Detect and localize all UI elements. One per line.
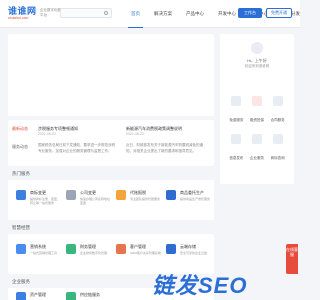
contract-icon <box>272 96 283 106</box>
workspace-button[interactable]: 工作台 <box>238 8 262 18</box>
quick-item-label: 信息发布 <box>229 156 244 160</box>
quick-service-grid: 免费服务 融资担保 合同服务 信息发布 企业服务 商标查询 <box>226 96 288 164</box>
hero-banner[interactable] <box>8 34 214 116</box>
news-date: 2021-06-22 <box>38 132 56 136</box>
marketing-icon <box>16 244 26 254</box>
asset-icon <box>16 292 26 300</box>
card-desc: CRM客户关系管理系统 <box>130 251 161 255</box>
section-title-hot-services: 热门服务 <box>12 171 30 176</box>
card-title: 资产管理 <box>30 292 46 297</box>
card-title: 公司变更 <box>80 190 96 195</box>
service-card[interactable]: 公司变更 快速办理公司名称地址变更 <box>64 188 112 212</box>
card-desc: 提供商品生产委托服务 <box>180 197 211 201</box>
service-card[interactable]: 供应链服务 <box>64 290 112 300</box>
section-title-smart-ops: 智慧经营 <box>12 225 30 230</box>
user-panel: Hi，上午好 欢迎来到谁谁网 免费服务 融资担保 合同服务 信息发布 企业服务 … <box>220 34 294 184</box>
logo-subtext: shuishui.com <box>8 16 29 20</box>
card-desc: 专业团队提供代账服务 <box>130 197 161 201</box>
search-icon[interactable] <box>104 11 108 15</box>
quick-item-trademark[interactable]: 商标查询 <box>267 134 288 164</box>
quick-item-contract[interactable]: 合同服务 <box>267 96 288 126</box>
card-title: 财务管理 <box>80 244 96 249</box>
tax-icon <box>116 190 126 200</box>
watermark-text: 链发SEO <box>152 273 248 298</box>
card-desc: 快速办理公司名称地址变更 <box>80 197 111 205</box>
card-title: 商品委托生产 <box>180 190 204 195</box>
news-summary: 近日，财政部发布关于新能源汽车购置税减免的通知，对相关企业提出了新的要求和指导意… <box>126 143 203 153</box>
site-logo[interactable]: 谁谁网 shuishui.com <box>8 6 38 22</box>
service-card[interactable]: 商品委托生产 提供商品生产委托服务 <box>164 188 212 212</box>
tab-service-news[interactable]: 服务动态 <box>12 144 34 150</box>
news-item[interactable]: 涉税服务专项整顿通知 2021-06-22 国家税务总局日前下发通知，要求进一步… <box>38 126 118 166</box>
fund-icon <box>251 96 262 106</box>
news-date: 2021-06-22 <box>126 132 144 136</box>
news-summary: 国家税务总局日前下发通知，要求进一步规范涉税专业服务，加强对企业的服务管理与监督… <box>38 143 115 153</box>
news-tabs: 最新动态 服务动态 <box>12 126 34 162</box>
card-title: 营销系统 <box>30 244 46 249</box>
supply-icon <box>66 292 76 300</box>
greeting-subtext: 欢迎来到谁谁网 <box>244 64 270 68</box>
quick-item-label: 合同服务 <box>270 118 285 122</box>
service-card[interactable]: 营销系统 一站式营销管理工具 <box>14 242 62 266</box>
quick-item-label: 免费服务 <box>229 118 244 122</box>
top-navigation-bar: 谁谁网 shuishui.com 企业数字化服务平台 首页 解决方案 产品中心 … <box>0 0 300 28</box>
quick-item-company[interactable]: 企业服务 <box>247 134 268 164</box>
document-icon <box>231 96 242 106</box>
card-desc: 企业财务数字化管理 <box>80 251 108 255</box>
card-title: 客户管理 <box>130 244 146 249</box>
card-title: 供应链服务 <box>80 292 100 297</box>
tab-latest-news[interactable]: 最新动态 <box>12 126 34 132</box>
finance-icon <box>66 244 76 254</box>
trademark-icon <box>16 190 26 200</box>
card-desc: 提供商标注册、变更、转让等一站式服务 <box>30 197 61 205</box>
service-card[interactable]: 财务管理 企业财务数字化管理 <box>64 242 112 266</box>
hot-services-row: 商标变更 提供商标注册、变更、转让等一站式服务 公司变更 快速办理公司名称地址变… <box>8 180 214 220</box>
card-title: 代账报税 <box>130 190 146 195</box>
section-title-enterprise: 企业服务 <box>12 279 30 284</box>
news-panel: 最新动态 服务动态 涉税服务专项整顿通知 2021-06-22 国家税务总局日前… <box>8 120 214 166</box>
nav-item-products[interactable]: 产品中心 <box>179 0 211 28</box>
quick-item-label: 融资担保 <box>249 118 264 122</box>
quick-item-financing[interactable]: 融资担保 <box>247 96 268 126</box>
service-card[interactable]: 客户管理 CRM客户关系管理系统 <box>114 242 162 266</box>
card-desc: 一站式营销管理工具 <box>30 251 58 255</box>
quick-item-free-service[interactable]: 免费服务 <box>226 96 247 126</box>
shield-icon <box>166 190 176 200</box>
online-support-button[interactable]: 在线客服 <box>286 244 298 274</box>
quick-item-info[interactable]: 信息发布 <box>226 134 247 164</box>
service-card[interactable]: 资产管理 <box>14 290 62 300</box>
logo-text: 谁谁网 <box>8 6 37 16</box>
nav-item-solutions[interactable]: 解决方案 <box>147 0 179 28</box>
search-box[interactable] <box>60 8 112 25</box>
service-card[interactable]: 商标变更 提供商标注册、变更、转让等一站式服务 <box>14 188 62 212</box>
avatar[interactable] <box>251 42 263 54</box>
info-icon <box>231 134 242 144</box>
cloud-icon <box>166 244 176 254</box>
company-icon <box>251 134 262 144</box>
company-icon <box>66 190 76 200</box>
card-title: 云端存储 <box>180 244 196 249</box>
nav-item-home[interactable]: 首页 <box>124 0 147 28</box>
service-card[interactable]: 代账报税 专业团队提供代账服务 <box>114 188 162 212</box>
card-desc: 安全可靠的企业云盘 <box>180 251 208 255</box>
quick-item-label: 企业服务 <box>249 156 264 160</box>
trademark-icon <box>272 134 283 144</box>
search-input[interactable] <box>61 16 101 25</box>
free-signup-button[interactable]: 免费开通 <box>266 8 292 18</box>
card-title: 商标变更 <box>30 190 46 195</box>
quick-item-label: 商标查询 <box>270 156 285 160</box>
service-card[interactable]: 云端存储 安全可靠的企业云盘 <box>164 242 212 266</box>
crm-icon <box>116 244 126 254</box>
news-item[interactable]: 新能源汽车消费税政策调整说明 2021-06-22 近日，财政部发布关于新能源汽… <box>126 126 206 166</box>
